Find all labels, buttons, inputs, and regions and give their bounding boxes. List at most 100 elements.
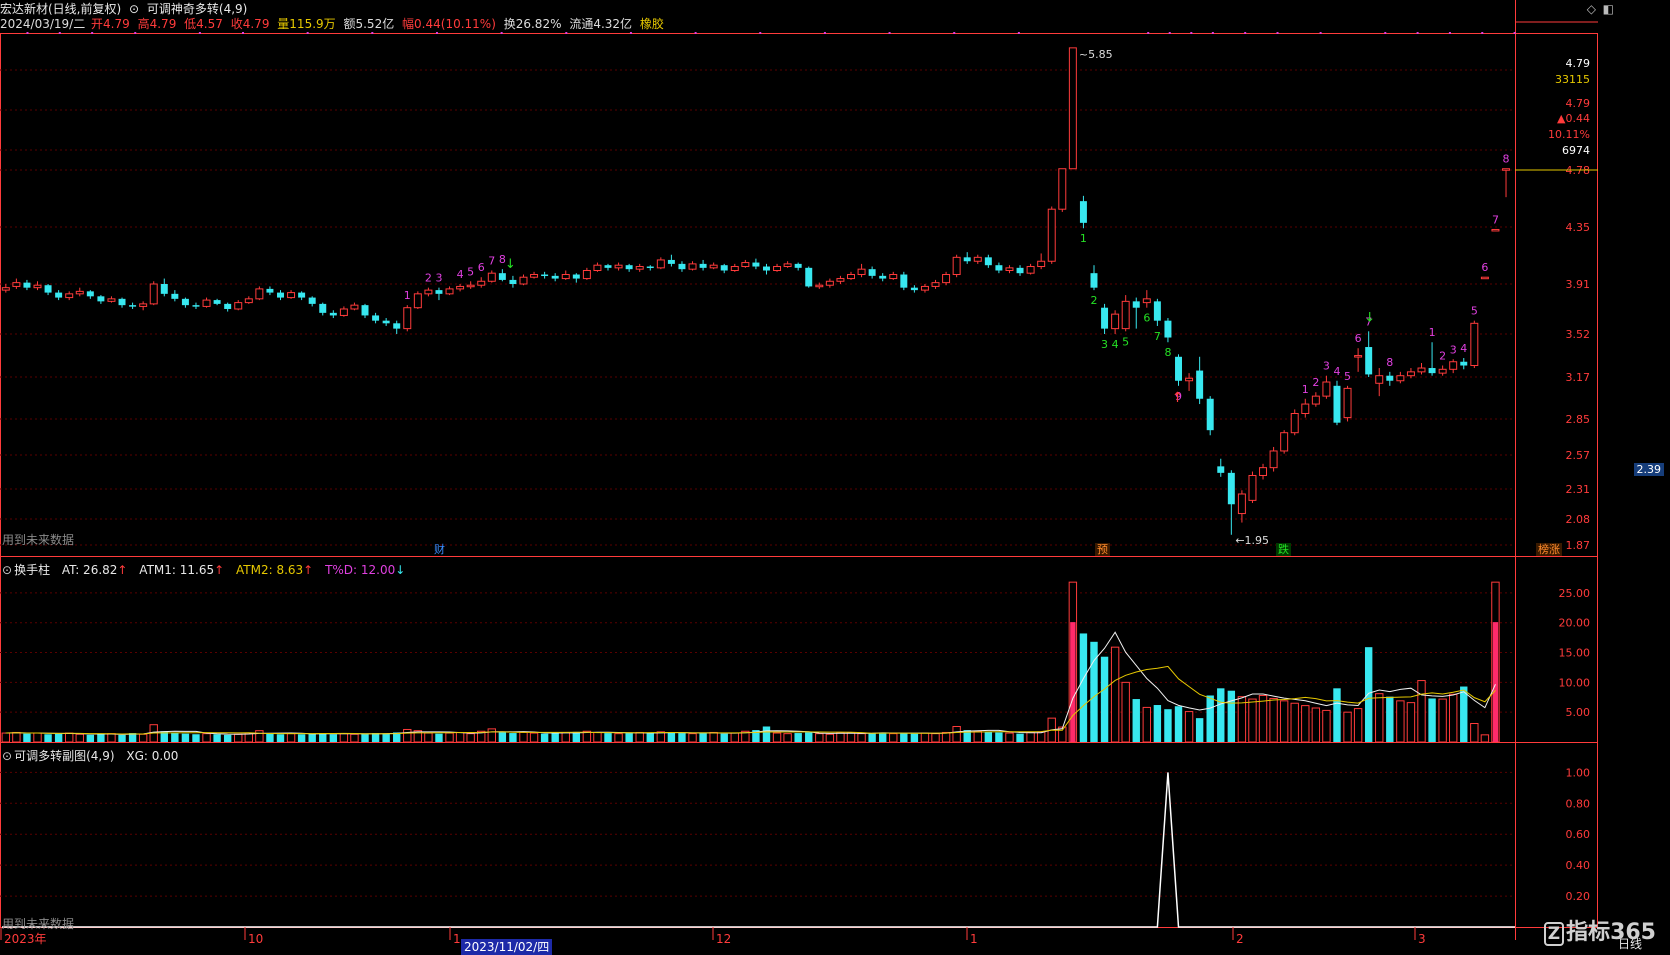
indicator-toggle-icon[interactable]: ⊙ [129,2,139,16]
quote-open: 开4.79 [91,17,130,31]
candle-body [973,256,982,262]
candle [699,259,707,271]
count-up-label: 5 [1471,305,1478,318]
candle [1164,318,1172,343]
candle [361,303,369,319]
signal-dot [26,32,29,34]
candle [561,270,570,280]
candle [160,278,168,297]
vol-bar [1121,681,1130,743]
event-tag-rank[interactable]: 榜涨 [1536,543,1562,556]
candle-body [55,292,63,298]
candle-body [614,264,623,269]
vol-bar [1184,711,1194,743]
candle-body [1311,395,1320,405]
event-tag-forecast[interactable]: 预 [1095,543,1110,556]
candle [339,306,348,317]
candle [984,254,992,268]
time-label: 3 [1418,932,1426,946]
candle-body [1058,168,1067,210]
candle [910,285,918,293]
candle-body [783,263,792,268]
vol-bar [1217,688,1225,742]
vol-bar [466,733,475,743]
chart-window[interactable]: 4.78 4.35 3.91 3.52 3.17 2.85 2.57 2.31 2.08 1.87… [0,0,1670,955]
vol-bar [171,733,179,742]
signal-dot [823,32,826,34]
candle [1301,398,1310,418]
watermark-logo-icon: Z [1543,922,1565,946]
vol-bar [730,732,739,743]
vol-bar [1290,702,1299,743]
event-tag-drop[interactable]: 跌 [1276,543,1291,556]
candle-body [1406,371,1415,377]
signal-dot [1190,32,1193,34]
candle-body [97,296,105,302]
candle-body [1132,301,1140,308]
quote-date: 2024/03/19/二 [0,17,86,31]
candle-body [900,274,908,288]
candle-body [541,274,549,277]
candle [33,281,42,291]
count-up-label: 4 [1460,342,1467,355]
event-tag-finance[interactable]: 财 [432,543,447,556]
candle-body [1111,313,1120,330]
candle [1058,168,1067,212]
candle [530,271,539,279]
future-data-note-top: 用到未来数据 [2,533,75,547]
time-label: 12 [716,932,731,946]
vol-bar [435,733,443,742]
candle-body [635,266,644,270]
signal-dot [1244,32,1247,34]
candle [139,301,148,311]
candle-body [1438,368,1447,374]
volume-toggle-icon[interactable]: ⊙ [2,563,12,577]
candle [1132,297,1140,329]
candle [900,271,908,291]
sub-tick-label: 0.20 [1566,890,1591,903]
candle-body [1259,467,1268,476]
vol-name[interactable]: 换手柱 [14,563,50,577]
vol-bar [350,733,359,743]
panel-toggle-icon[interactable]: ◧ [1603,2,1614,16]
candle [1185,373,1194,391]
quote-side-value: 4.79 [1566,57,1591,70]
candle [1311,392,1320,407]
sub-toggle-icon[interactable]: ⊙ [2,749,12,763]
vol-bar [1396,700,1405,743]
candle-body [1333,385,1341,423]
candle-body [139,303,148,307]
candle-body [857,268,866,276]
chart-svg[interactable]: 4.784.353.913.523.172.852.572.312.081.87… [0,0,1670,955]
vol-bar [286,733,296,743]
candle [541,271,549,279]
vol-bar [498,732,507,742]
candle-body [1,287,10,291]
vol-bar [297,734,306,742]
candle-body [372,315,380,321]
vol-bar [339,733,349,743]
count-up-label: 7 [488,255,495,268]
vol-bar [1470,723,1479,743]
diamond-icon[interactable]: ◇ [1587,2,1596,16]
vol-bar [1279,700,1289,743]
indicator-title[interactable]: 可调神奇多转(4,9) [147,2,247,16]
quote-sector[interactable]: 橡胶 [640,17,664,31]
vol-bar [868,733,876,742]
candle [298,291,306,301]
candle-body [1280,432,1289,452]
candle [1068,47,1077,170]
vol-bar [424,732,433,743]
selected-date-box: 2023/11/02/四 [461,939,553,955]
sub-name[interactable]: 可调多转副图(4,9) [14,749,114,763]
vol-bar [97,734,105,742]
sub-tick-label: 1.00 [1566,766,1591,779]
vol-bar [551,733,559,742]
vol-bar [678,733,686,742]
candle-body [466,284,475,288]
candle [329,310,337,319]
candle-body [393,323,401,329]
vol-tick-label: 25.00 [1559,587,1591,600]
candle-body [1502,168,1511,171]
candle [762,263,770,275]
